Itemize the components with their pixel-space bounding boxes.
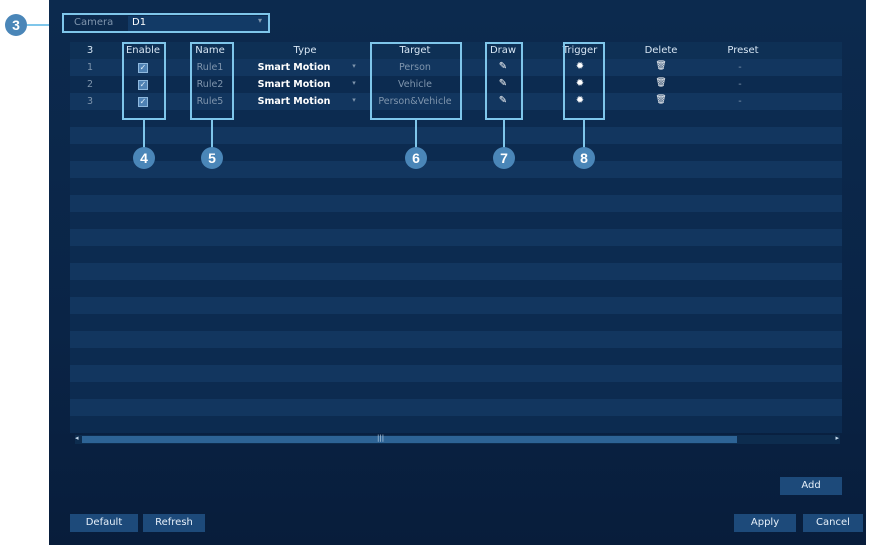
callout-5-leader xyxy=(211,120,213,148)
header-count: 3 xyxy=(86,45,94,56)
chevron-down-icon: ▾ xyxy=(257,16,262,25)
rule-type[interactable]: Smart Motion xyxy=(255,96,333,107)
empty-row xyxy=(70,144,842,161)
rule-preset: - xyxy=(738,62,742,73)
row-index: 2 xyxy=(86,79,94,90)
empty-row xyxy=(70,399,842,416)
callout-8: 8 xyxy=(573,147,595,169)
empty-row xyxy=(70,178,842,195)
callout-7: 7 xyxy=(493,147,515,169)
row-index: 3 xyxy=(86,96,94,107)
callout-6: 6 xyxy=(405,147,427,169)
empty-row xyxy=(70,297,842,314)
enable-column-highlight xyxy=(122,42,166,120)
rule-type[interactable]: Smart Motion xyxy=(255,62,333,73)
empty-row xyxy=(70,382,842,399)
target-column-highlight xyxy=(370,42,462,120)
horizontal-scrollbar[interactable]: ◂ ||| ▸ xyxy=(75,434,840,444)
callout-3: 3 xyxy=(5,14,27,36)
callout-8-leader xyxy=(583,120,585,148)
rule-preset: - xyxy=(738,96,742,107)
header-type: Type xyxy=(293,45,317,56)
trash-icon[interactable]: 🗑 xyxy=(653,61,669,71)
chevron-down-icon: ▾ xyxy=(352,62,356,70)
refresh-button[interactable]: Refresh xyxy=(143,514,205,532)
empty-row xyxy=(70,416,842,433)
name-column-highlight xyxy=(190,42,234,120)
empty-row xyxy=(70,195,842,212)
empty-row xyxy=(70,127,842,144)
trash-icon[interactable]: 🗑 xyxy=(653,78,669,88)
empty-row xyxy=(70,229,842,246)
empty-row xyxy=(70,161,842,178)
chevron-down-icon: ▾ xyxy=(352,79,356,87)
default-button[interactable]: Default xyxy=(70,514,138,532)
empty-row xyxy=(70,314,842,331)
callout-7-leader xyxy=(503,120,505,148)
callout-4-leader xyxy=(143,120,145,148)
header-delete: Delete xyxy=(644,45,678,56)
camera-select[interactable]: D1 ▾ xyxy=(128,16,268,31)
apply-button[interactable]: Apply xyxy=(734,514,796,532)
header-preset: Preset xyxy=(727,45,759,56)
empty-row xyxy=(70,331,842,348)
empty-row xyxy=(70,365,842,382)
rule-preset: - xyxy=(738,79,742,90)
draw-column-highlight xyxy=(485,42,523,120)
callout-4: 4 xyxy=(133,147,155,169)
rule-type[interactable]: Smart Motion xyxy=(255,79,333,90)
cancel-button[interactable]: Cancel xyxy=(803,514,863,532)
empty-row xyxy=(70,348,842,365)
row-index: 1 xyxy=(86,62,94,73)
scrollbar-thumb[interactable]: ||| xyxy=(82,434,737,443)
callout-6-leader xyxy=(415,120,417,148)
camera-label: Camera xyxy=(74,17,114,28)
trigger-column-highlight xyxy=(563,42,605,120)
callout-5: 5 xyxy=(201,147,223,169)
scroll-right-icon[interactable]: ▸ xyxy=(835,434,839,442)
camera-row: Camera D1 ▾ xyxy=(62,13,270,33)
scroll-left-icon[interactable]: ◂ xyxy=(75,434,79,442)
trash-icon[interactable]: 🗑 xyxy=(653,95,669,105)
empty-row xyxy=(70,246,842,263)
empty-row xyxy=(70,263,842,280)
empty-row xyxy=(70,280,842,297)
scrollbar-grip: ||| xyxy=(377,434,385,442)
empty-row xyxy=(70,212,842,229)
chevron-down-icon: ▾ xyxy=(352,96,356,104)
camera-value: D1 xyxy=(132,17,147,28)
add-button[interactable]: Add xyxy=(780,477,842,495)
